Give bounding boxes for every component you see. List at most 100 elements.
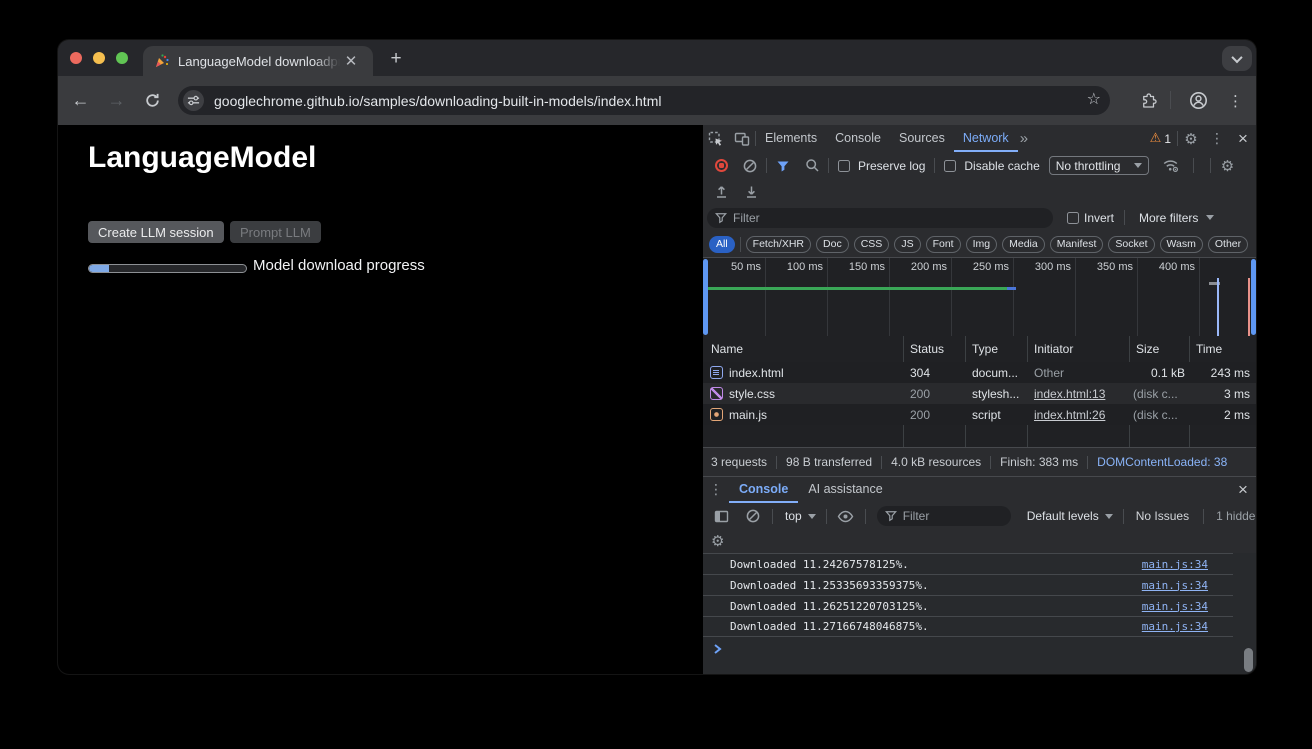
preserve-log-checkbox[interactable] <box>838 160 850 172</box>
devtools-settings-gear-icon[interactable]: ⚙ <box>1178 126 1204 152</box>
forward-button[interactable]: → <box>104 88 129 113</box>
chip-other[interactable]: Other <box>1208 236 1248 253</box>
console-sidebar-toggle-button[interactable] <box>708 503 734 529</box>
console-filter-field[interactable] <box>877 506 1011 526</box>
source-link[interactable]: main.js:34 <box>1142 558 1208 571</box>
chip-doc[interactable]: Doc <box>816 236 849 253</box>
search-button[interactable] <box>799 153 825 179</box>
context-selector[interactable]: top <box>785 509 802 523</box>
profile-button[interactable] <box>1186 88 1211 113</box>
close-window-button[interactable] <box>70 52 82 64</box>
browser-toolbar: ← → googlechrome.github.io/sampl <box>58 76 1256 125</box>
devtools-close-icon[interactable]: × <box>1230 126 1256 152</box>
chip-img[interactable]: Img <box>966 236 998 253</box>
clear-network-log-button[interactable] <box>737 153 763 179</box>
tab-search-button[interactable] <box>1222 46 1252 71</box>
network-settings-gear-icon[interactable]: ⚙ <box>1214 153 1240 179</box>
chip-fetch-xhr[interactable]: Fetch/XHR <box>746 236 811 253</box>
puzzle-icon <box>1140 92 1158 110</box>
chip-media[interactable]: Media <box>1002 236 1045 253</box>
tab-sources[interactable]: Sources <box>890 125 954 152</box>
live-expression-button[interactable] <box>833 503 859 529</box>
devtools-menu-icon[interactable]: ⋮ <box>1204 126 1230 152</box>
record-network-log-button[interactable] <box>708 153 734 179</box>
browser-tab[interactable]: LanguageModel downloadpro ✕ <box>143 46 373 76</box>
browser-menu-button[interactable]: ⋮ <box>1223 88 1248 113</box>
source-link[interactable]: main.js:34 <box>1142 600 1208 613</box>
bookmark-star-icon[interactable]: ☆ <box>1087 89 1101 108</box>
disable-cache-checkbox[interactable] <box>944 160 956 172</box>
invert-label[interactable]: Invert <box>1084 211 1114 225</box>
column-header-size[interactable]: Size <box>1136 336 1159 362</box>
chip-font[interactable]: Font <box>926 236 961 253</box>
maximize-window-button[interactable] <box>116 52 128 64</box>
issues-counter[interactable]: No Issues <box>1136 509 1189 523</box>
drawer-menu-icon[interactable]: ⋮ <box>703 477 729 503</box>
source-link[interactable]: main.js:34 <box>1142 579 1208 592</box>
initiator-link[interactable]: index.html:26 <box>1034 408 1105 422</box>
minimize-window-button[interactable] <box>93 52 105 64</box>
disable-cache-label[interactable]: Disable cache <box>964 159 1039 173</box>
network-filter-field[interactable] <box>707 208 1053 228</box>
network-filter-input[interactable] <box>733 211 1023 225</box>
drawer-tab-console[interactable]: Console <box>729 477 798 503</box>
new-tab-button[interactable]: + <box>384 47 408 71</box>
request-size: (disk c... <box>1133 383 1187 404</box>
device-toolbar-button[interactable] <box>729 126 755 152</box>
console-prompt[interactable] <box>713 643 723 658</box>
hidden-messages-count: 1 hidden <box>1216 509 1256 523</box>
clear-console-button[interactable] <box>740 503 766 529</box>
tab-network[interactable]: Network <box>954 125 1018 152</box>
chip-css[interactable]: CSS <box>854 236 890 253</box>
overview-left-handle[interactable] <box>703 259 708 335</box>
more-tabs-icon[interactable]: » <box>1020 130 1028 147</box>
drawer-close-icon[interactable]: × <box>1230 477 1256 503</box>
inspect-element-button[interactable] <box>703 126 729 152</box>
tab-console[interactable]: Console <box>826 125 890 152</box>
extensions-button[interactable] <box>1136 88 1161 113</box>
console-filter-input[interactable] <box>903 509 1003 523</box>
tab-close-icon[interactable]: ✕ <box>342 54 360 69</box>
console-scrollbar[interactable] <box>1244 648 1253 672</box>
network-summary-bar: 3 requests 98 B transferred 4.0 kB resou… <box>703 447 1256 476</box>
preserve-log-label[interactable]: Preserve log <box>858 159 925 173</box>
invert-checkbox[interactable] <box>1067 212 1079 224</box>
table-row-index-html[interactable]: index.html 304 docum... Other 0.1 kB 243… <box>703 362 1256 383</box>
chip-all[interactable]: All <box>709 236 735 253</box>
column-header-initiator[interactable]: Initiator <box>1034 336 1073 362</box>
chip-manifest[interactable]: Manifest <box>1050 236 1104 253</box>
console-settings-gear-icon[interactable]: ⚙ <box>711 532 724 550</box>
table-row-main-js[interactable]: main.js 200 script index.html:26 (disk c… <box>703 404 1256 425</box>
chip-js[interactable]: JS <box>894 236 920 253</box>
column-header-name[interactable]: Name <box>711 336 743 362</box>
log-levels-select[interactable]: Default levels <box>1027 509 1099 523</box>
network-conditions-button[interactable] <box>1158 153 1184 179</box>
throttling-select[interactable]: No throttling <box>1049 156 1150 175</box>
site-info-button[interactable] <box>183 90 204 111</box>
source-link[interactable]: main.js:34 <box>1142 620 1208 633</box>
back-button[interactable]: ← <box>68 88 93 113</box>
overview-right-handle[interactable] <box>1251 259 1256 335</box>
column-header-type[interactable]: Type <box>972 336 998 362</box>
more-filters-button[interactable]: More filters <box>1139 211 1198 225</box>
summary-resources: 4.0 kB resources <box>891 455 981 469</box>
reload-button[interactable] <box>140 88 165 113</box>
funnel-icon <box>776 159 790 173</box>
table-row-style-css[interactable]: style.css 200 stylesh... index.html:13 (… <box>703 383 1256 404</box>
create-llm-session-button[interactable]: Create LLM session <box>88 221 224 243</box>
warning-count: 1 <box>1164 132 1171 146</box>
export-har-button[interactable] <box>738 179 764 205</box>
filter-toggle-button[interactable] <box>770 153 796 179</box>
drawer-tab-ai-assistance[interactable]: AI assistance <box>798 477 892 503</box>
column-header-status[interactable]: Status <box>910 336 944 362</box>
chip-wasm[interactable]: Wasm <box>1160 236 1203 253</box>
import-har-button[interactable] <box>708 179 734 205</box>
prompt-llm-button[interactable]: Prompt LLM <box>230 221 321 243</box>
tab-elements[interactable]: Elements <box>756 125 826 152</box>
chip-socket[interactable]: Socket <box>1108 236 1154 253</box>
column-header-time[interactable]: Time <box>1196 336 1222 362</box>
warning-icon[interactable]: ⚠ <box>1150 131 1162 146</box>
network-overview-timeline[interactable]: 50 ms 100 ms 150 ms 200 ms 250 ms 300 ms… <box>703 257 1256 336</box>
initiator-link[interactable]: index.html:13 <box>1034 387 1105 401</box>
address-bar[interactable]: googlechrome.github.io/samples/downloadi… <box>178 86 1110 115</box>
